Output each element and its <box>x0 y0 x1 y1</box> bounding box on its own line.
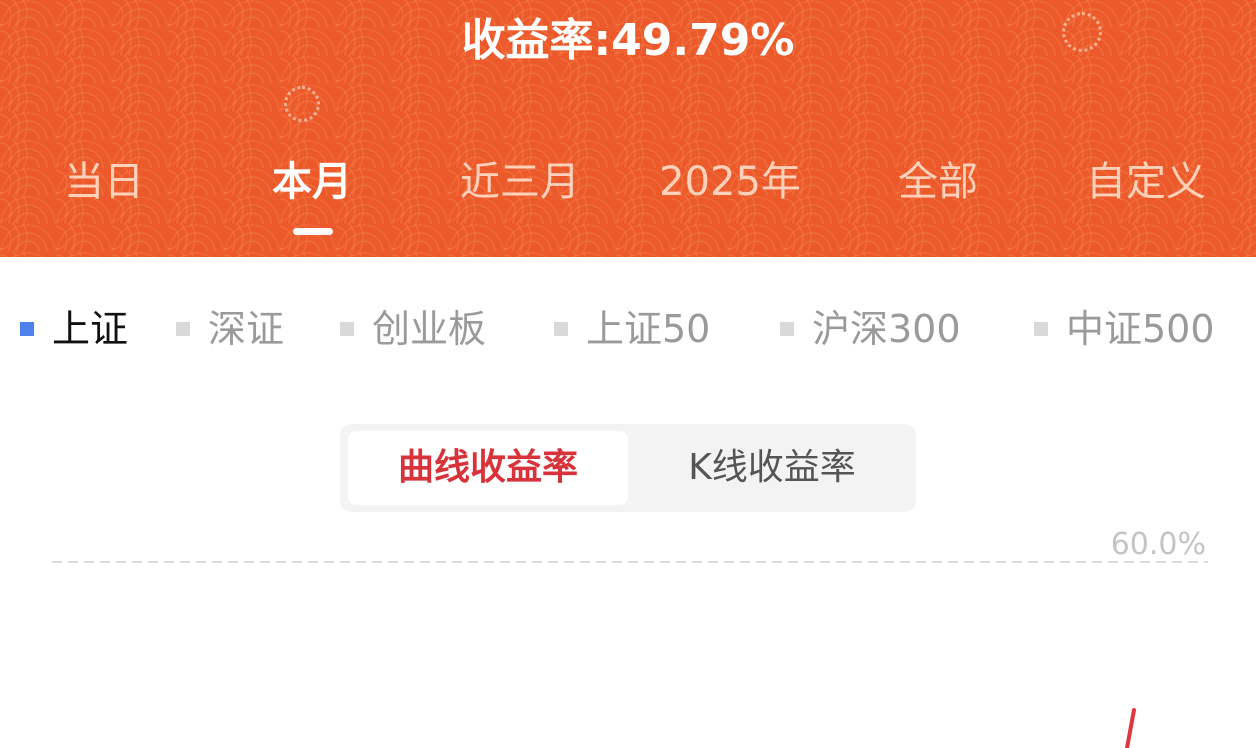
index-legend: 上证 深证 创业板 上证50 沪深300 中证500 <box>0 300 1256 360</box>
return-series-line <box>1125 708 1136 748</box>
legend-item-csi300[interactable]: 沪深300 <box>780 300 961 358</box>
legend-label: 上证50 <box>586 307 711 351</box>
legend-item-chinext[interactable]: 创业板 <box>340 300 486 358</box>
y-tick-label: 60.0% <box>1111 527 1206 562</box>
loading-spinner-icon <box>1062 12 1102 52</box>
tab-year-2025[interactable]: 2025年 <box>652 150 808 214</box>
active-tab-indicator <box>293 228 333 235</box>
period-tabs: 当日 本月 近三月 2025年 全部 自定义 <box>0 150 1256 220</box>
legend-label: 创业板 <box>372 307 487 351</box>
tab-this-month[interactable]: 本月 <box>266 150 358 214</box>
tab-last-three-months[interactable]: 近三月 <box>450 150 590 214</box>
legend-swatch <box>20 321 34 336</box>
legend-label: 上证 <box>52 307 129 351</box>
return-chart-svg: 60.0% <box>52 527 1208 748</box>
curve-return-button[interactable]: 曲线收益率 <box>348 431 628 505</box>
legend-label: 沪深300 <box>812 307 961 351</box>
legend-swatch <box>780 321 794 336</box>
legend-item-csi500[interactable]: 中证500 <box>1034 300 1215 358</box>
legend-label: 深证 <box>208 307 285 351</box>
legend-swatch <box>340 321 354 336</box>
tab-today[interactable]: 当日 <box>58 150 150 214</box>
legend-item-sse50[interactable]: 上证50 <box>554 300 710 358</box>
legend-swatch <box>1034 321 1048 336</box>
legend-label: 中证500 <box>1066 307 1215 351</box>
tab-all[interactable]: 全部 <box>890 150 986 214</box>
legend-item-shenzhen[interactable]: 深证 <box>176 300 284 358</box>
legend-item-shanghai[interactable]: 上证 <box>20 300 128 358</box>
loading-spinner-icon <box>284 86 320 122</box>
tab-custom[interactable]: 自定义 <box>1076 150 1216 214</box>
chart-mode-toggle: 曲线收益率 K线收益率 <box>340 424 916 512</box>
legend-swatch <box>554 321 568 336</box>
header-banner: 收益率:49.79% 当日 本月 近三月 2025年 全部 自定义 <box>0 0 1256 257</box>
kline-return-button[interactable]: K线收益率 <box>636 431 908 505</box>
return-chart: 60.0% <box>0 520 1256 748</box>
legend-swatch <box>176 321 190 336</box>
